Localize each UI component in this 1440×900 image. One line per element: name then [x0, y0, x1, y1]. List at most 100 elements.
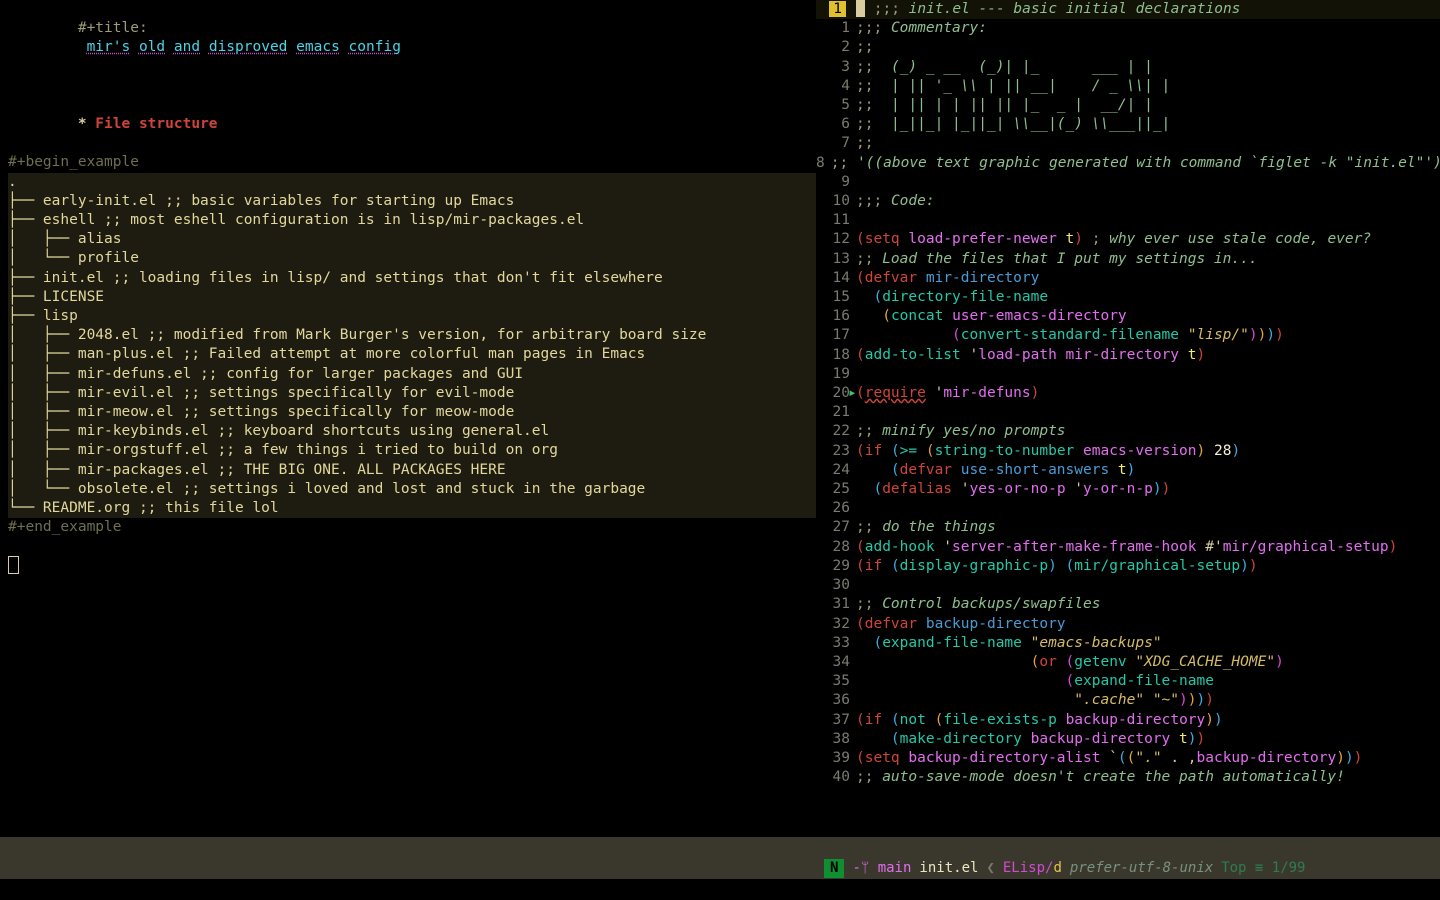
evil-state-badge: N: [824, 859, 844, 878]
line-number: 16: [816, 307, 856, 326]
code-content: (make-directory backup-directory t)): [856, 730, 1440, 749]
code-content: (if (not (file-exists-p backup-directory…: [856, 711, 1440, 730]
line-number: 7: [816, 134, 856, 153]
code-content: ;; '((above text graphic generated with …: [831, 154, 1440, 173]
cursor-left: [8, 556, 19, 574]
line-number: 31: [816, 595, 856, 614]
code-content: ;; (_) _ __ (_)| |_ ___ | |: [856, 58, 1440, 77]
line-number: 9: [816, 173, 856, 192]
code-line: 21: [816, 403, 1440, 422]
line-number: 15: [816, 288, 856, 307]
code-content: ;;; init.el --- basic initial declaratio…: [856, 0, 1440, 19]
code-content: [856, 365, 1440, 384]
code-line: 20▸(require 'mir-defuns): [816, 384, 1440, 403]
line-number: 21: [816, 403, 856, 422]
line-number: 22: [816, 422, 856, 441]
code-content: (defvar use-short-answers t): [856, 461, 1440, 480]
code-line: 7;;: [816, 134, 1440, 153]
example-block: . ├── early-init.el ;; basic variables f…: [8, 173, 816, 519]
title-word: mir's: [87, 39, 131, 55]
code-content: (or (getenv "XDG_CACHE_HOME"): [856, 653, 1440, 672]
code-line: 24 (defvar use-short-answers t): [816, 461, 1440, 480]
code-content: [856, 576, 1440, 595]
code-content: ;;; Code:: [856, 192, 1440, 211]
begin-example: #+begin_example: [8, 153, 816, 172]
code-content: ;;: [856, 38, 1440, 57]
code-line: 29(if (display-graphic-p) (mir/graphical…: [816, 557, 1440, 576]
separator-icon: ❮: [986, 859, 994, 878]
line-number: 32: [816, 615, 856, 634]
code-content: (setq backup-directory-alist `(("." . ,b…: [856, 749, 1440, 768]
code-content: ;;; Commentary:: [856, 19, 1440, 38]
code-content: (if (>= (string-to-number emacs-version)…: [856, 442, 1440, 461]
code-line: 25 (defalias 'yes-or-no-p 'y-or-n-p)): [816, 480, 1440, 499]
line-number: 14: [816, 269, 856, 288]
position-indicator: Top ≡ 1/99: [1221, 859, 1305, 878]
code-line: 18(add-to-list 'load-path mir-directory …: [816, 346, 1440, 365]
code-content: (expand-file-name "emacs-backups": [856, 634, 1440, 653]
line-number: 12: [816, 230, 856, 249]
right-window-init-el[interactable]: 1 ;;; init.el --- basic initial declarat…: [816, 0, 1440, 837]
code-content: [856, 499, 1440, 518]
cursor-line: [8, 556, 816, 575]
line-number: 39: [816, 749, 856, 768]
line-number: 18: [816, 346, 856, 365]
minibuffer[interactable]: [0, 879, 1440, 900]
fringe-arrow-icon: ▸: [848, 384, 857, 403]
code-line: 23(if (>= (string-to-number emacs-versio…: [816, 442, 1440, 461]
code-line: 15 (directory-file-name: [816, 288, 1440, 307]
left-window-readme[interactable]: #+title: mir's old and disproved emacs c…: [8, 0, 816, 837]
code-line: 11: [816, 211, 1440, 230]
line-number: 37: [816, 711, 856, 730]
encoding: prefer-utf-8-unix: [1070, 859, 1213, 878]
code-content: ;;: [856, 134, 1440, 153]
line-number: 8: [816, 154, 831, 173]
code-content: ;; |_||_| |_||_| \\__|(_) \\___||_|: [856, 115, 1440, 134]
emacs-frame: #+title: mir's old and disproved emacs c…: [0, 0, 1440, 900]
line-number: 1: [816, 19, 856, 38]
code-line: 31;; Control backups/swapfiles: [816, 595, 1440, 614]
line-number: 27: [816, 518, 856, 537]
git-branch: -ᛘ main: [852, 859, 911, 878]
org-keyword: #+title:: [78, 20, 148, 36]
code-line: 19: [816, 365, 1440, 384]
line-number: 6: [816, 115, 856, 134]
code-line: 3;; (_) _ __ (_)| |_ ___ | |: [816, 58, 1440, 77]
line-number: 30: [816, 576, 856, 595]
buffer-name: init.el: [919, 859, 978, 878]
code-content: (convert-standard-filename "lisp/")))): [856, 326, 1440, 345]
code-line: 35 (expand-file-name: [816, 672, 1440, 691]
line-number: 4: [816, 77, 856, 96]
code-line: 33 (expand-file-name "emacs-backups": [816, 634, 1440, 653]
title-word: config: [349, 39, 401, 55]
line-number: 10: [816, 192, 856, 211]
code-line: 22;; minify yes/no prompts: [816, 422, 1440, 441]
code-content: (concat user-emacs-directory: [856, 307, 1440, 326]
code-line: 39(setq backup-directory-alist `(("." . …: [816, 749, 1440, 768]
code-line: 26: [816, 499, 1440, 518]
line-number: 33: [816, 634, 856, 653]
code-line: 9: [816, 173, 1440, 192]
code-line: 10;;; Code:: [816, 192, 1440, 211]
line-number: 40: [816, 768, 856, 787]
title-word: disproved: [209, 39, 288, 55]
line-number: 34: [816, 653, 856, 672]
code-line: 32(defvar backup-directory: [816, 615, 1440, 634]
code-content: (defvar mir-directory: [856, 269, 1440, 288]
code-line: 12(setq load-prefer-newer t) ; why ever …: [816, 230, 1440, 249]
code-content: (defvar backup-directory: [856, 615, 1440, 634]
line-badge: 1: [829, 1, 846, 17]
code-content: ;; Control backups/swapfiles: [856, 595, 1440, 614]
modeline-left: [0, 837, 1440, 858]
line-number: 19: [816, 365, 856, 384]
code-line: 38 (make-directory backup-directory t)): [816, 730, 1440, 749]
code-line: 4;; | || '_ \\ | || __| / _ \\| |: [816, 77, 1440, 96]
line-number: 2: [816, 38, 856, 57]
code-content: ;; | || '_ \\ | || __| / _ \\| |: [856, 77, 1440, 96]
code-line: 27;; do the things: [816, 518, 1440, 537]
line-number: 36: [816, 691, 856, 710]
code-line: 16 (concat user-emacs-directory: [816, 307, 1440, 326]
code-content: [856, 173, 1440, 192]
code-line: 17 (convert-standard-filename "lisp/")))…: [816, 326, 1440, 345]
major-mode: ELisp/d: [1003, 859, 1062, 878]
